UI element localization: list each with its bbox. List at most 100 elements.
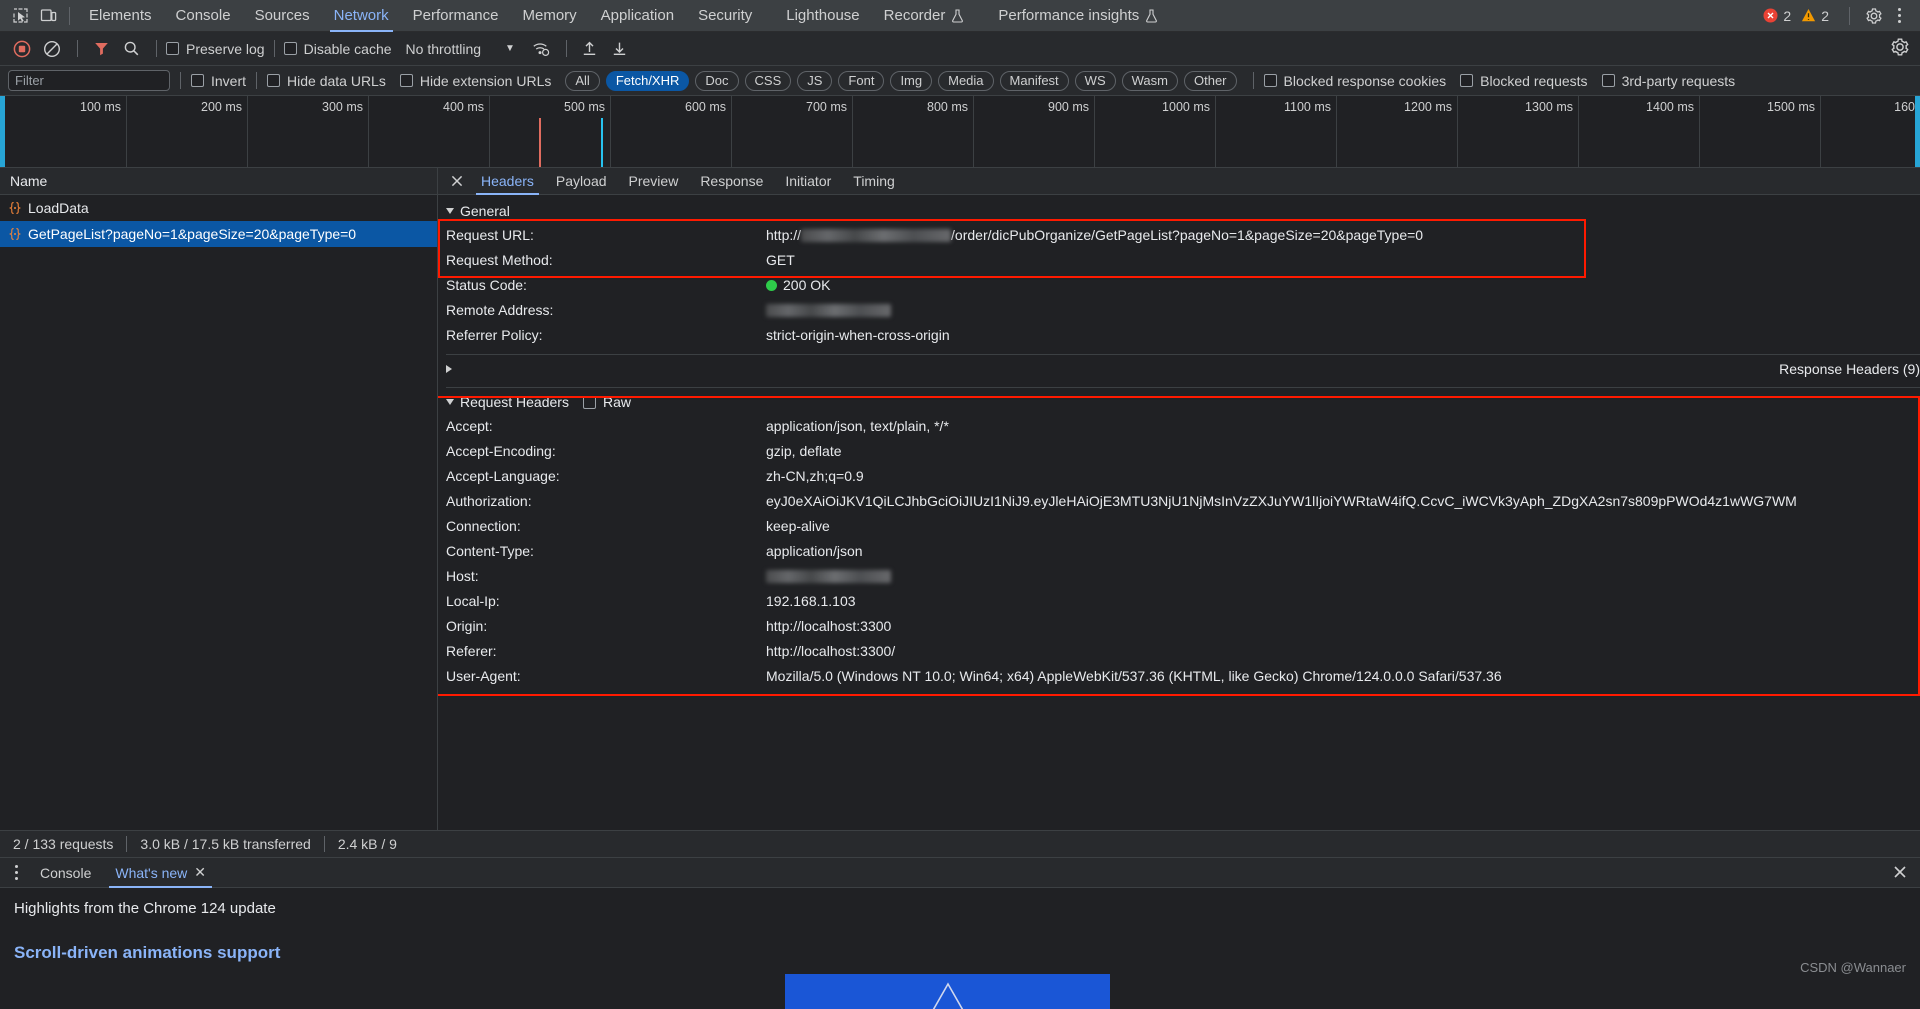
request-header-row: Connection: keep-alive [438,514,1920,539]
field-label: Referer: [446,643,497,659]
tab-recorder[interactable]: Recorder [872,0,977,32]
filter-chip-font[interactable]: Font [838,70,885,91]
field-value: keep-alive [766,518,830,534]
main-tab-bar-right: 2 2 [1763,3,1914,29]
close-icon[interactable]: ✕ [194,864,206,881]
preserve-log-checkbox[interactable]: Preserve log [166,41,265,57]
filter-chip-all[interactable]: All [565,70,600,91]
drawer-tab-bar: Console What's new ✕ [0,858,1920,888]
request-header-row: Referer: http://localhost:3300/ [438,639,1920,664]
checkbox-box [283,42,297,55]
general-section-title: General [460,203,510,219]
drawer-tab-console[interactable]: Console [28,858,103,888]
raw-label: Raw [602,394,631,410]
export-har-icon[interactable] [606,36,634,62]
tab-lighthouse[interactable]: Lighthouse [774,0,871,32]
overview-selection-left-handle[interactable] [0,96,5,167]
status-code-text: 200 OK [783,277,831,293]
tab-console[interactable]: Console [164,0,243,32]
request-name: LoadData [28,200,89,216]
filter-chip-doc[interactable]: Doc [695,70,739,91]
filter-chip-ws[interactable]: WS [1074,70,1116,91]
detail-tab-preview[interactable]: Preview [618,168,690,195]
overview-selection-right-handle[interactable] [1915,96,1920,167]
request-row-loaddata[interactable]: LoadData [0,195,437,221]
error-icon [1763,8,1778,23]
invert-checkbox[interactable]: Invert [191,73,246,89]
detail-tab-payload[interactable]: Payload [545,168,618,195]
more-vertical-icon[interactable] [1888,8,1910,23]
request-list-header[interactable]: Name [0,168,437,195]
tab-application[interactable]: Application [589,0,686,32]
tab-label: Lighthouse [786,7,860,24]
tab-label: Performance [412,7,499,24]
request-headers-section-header[interactable]: Request Headers Raw [438,390,1920,414]
field-value [766,298,1920,323]
inspect-cursor-icon[interactable] [6,3,34,29]
filter-chip-other[interactable]: Other [1183,70,1237,91]
url-prefix: http:// [766,227,802,243]
record-stop-icon[interactable] [8,36,36,62]
more-vertical-icon[interactable] [4,865,28,880]
request-name: GetPageList?pageNo=1&pageSize=20&pageTyp… [28,226,357,242]
filter-chip-img[interactable]: Img [890,70,933,91]
response-headers-title: Response Headers (9) [1779,361,1920,377]
filter-funnel-icon[interactable] [87,36,115,62]
blocked-requests-checkbox[interactable]: Blocked requests [1460,73,1588,89]
disable-cache-checkbox[interactable]: Disable cache [283,41,392,57]
field-value: Mozilla/5.0 (Windows NT 10.0; Win64; x64… [766,668,1502,684]
clear-requests-icon[interactable] [38,36,66,62]
request-detail-panel: Headers Payload Preview Response Initiat… [438,168,1920,830]
tab-performance-insights[interactable]: Performance insights [986,0,1170,32]
filter-chip-wasm[interactable]: Wasm [1121,70,1178,91]
field-value: 200 OK [766,273,1920,298]
chip-label: Manifest [1009,73,1059,88]
tab-security[interactable]: Security [686,0,764,32]
blocked-response-cookies-checkbox[interactable]: Blocked response cookies [1263,73,1446,89]
device-toolbar-icon[interactable] [34,3,62,29]
general-section-header[interactable]: General [438,199,1920,223]
request-header-row: Accept-Encoding: gzip, deflate [438,439,1920,464]
third-party-requests-checkbox[interactable]: 3rd-party requests [1601,73,1735,89]
tab-performance[interactable]: Performance [401,0,511,32]
throttling-dropdown[interactable]: No throttling ▼ [406,41,515,57]
warning-count-badge[interactable]: 2 [1801,8,1829,24]
hide-extension-urls-checkbox[interactable]: Hide extension URLs [399,73,551,89]
tab-memory[interactable]: Memory [511,0,589,32]
general-referrer-policy-row: Referrer Policy: strict-origin-when-cros… [438,323,1920,348]
detail-tab-headers[interactable]: Headers [470,168,545,195]
close-icon[interactable] [444,168,470,194]
filter-chip-fetch-xhr[interactable]: Fetch/XHR [605,70,690,91]
filter-chip-manifest[interactable]: Manifest [999,70,1069,91]
detail-tab-initiator[interactable]: Initiator [774,168,842,195]
error-count-badge[interactable]: 2 [1763,8,1791,24]
chevron-down-icon [446,208,454,214]
network-overview-timeline[interactable]: 100 ms 200 ms 300 ms 400 ms 500 ms 600 m… [0,96,1920,168]
detail-tab-timing[interactable]: Timing [842,168,906,195]
drawer-tab-whats-new[interactable]: What's new ✕ [103,858,218,888]
drawer-close-icon[interactable] [1892,864,1908,885]
throttling-value: No throttling [405,40,482,57]
filter-divider [1252,72,1254,89]
filter-chip-js[interactable]: JS [797,70,833,91]
response-headers-section-header[interactable]: Response Headers (9) [438,357,1920,381]
tab-network[interactable]: Network [322,0,401,32]
network-settings-gear-icon[interactable] [1890,37,1910,62]
tab-sources[interactable]: Sources [243,0,322,32]
redacted-host [801,229,952,242]
field-label: Accept-Encoding: [446,443,556,459]
import-har-icon[interactable] [576,36,604,62]
filter-input[interactable] [8,70,170,91]
gear-icon[interactable] [1860,3,1888,29]
hide-data-urls-checkbox[interactable]: Hide data URLs [267,73,386,89]
overview-tick-label: 700 ms [806,100,847,114]
tab-elements[interactable]: Elements [77,0,164,32]
filter-chip-media[interactable]: Media [938,70,994,91]
search-icon[interactable] [117,36,145,62]
field-value: 192.168.1.103 [766,593,856,609]
detail-tab-response[interactable]: Response [689,168,774,195]
filter-chip-css[interactable]: CSS [744,70,792,91]
network-conditions-icon[interactable] [527,36,555,62]
request-row-getpagelist[interactable]: GetPageList?pageNo=1&pageSize=20&pageTyp… [0,221,437,247]
raw-toggle-checkbox[interactable]: Raw [582,394,631,410]
